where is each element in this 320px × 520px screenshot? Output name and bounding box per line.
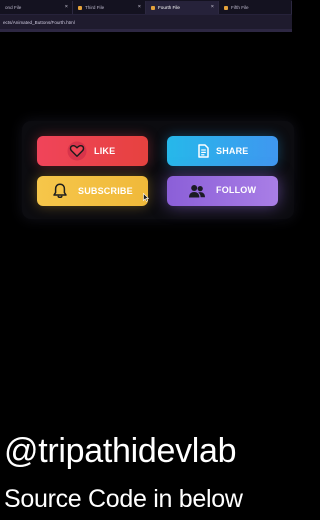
close-icon[interactable]: × [65, 4, 68, 10]
bell-icon [50, 181, 70, 201]
file-icon [224, 5, 228, 10]
address-bar[interactable]: ects/Animated_Buttons/Fourth.html [0, 15, 292, 29]
subscribe-button[interactable]: SUBSCRIBE [37, 176, 148, 206]
tab-fourth-file[interactable]: Fourth File × [146, 1, 219, 14]
file-path: ects/Animated_Buttons/Fourth.html [3, 19, 75, 25]
tab-third-file[interactable]: Third File × [73, 1, 146, 14]
close-icon[interactable]: × [211, 4, 214, 10]
follow-label: FOLLOW [216, 185, 257, 195]
follow-button[interactable]: FOLLOW [167, 176, 278, 206]
file-icon [151, 5, 155, 10]
file-icon [78, 5, 82, 10]
tab-fifth-file[interactable]: Fifth File [219, 1, 292, 14]
subscribe-label: SUBSCRIBE [78, 186, 133, 196]
tab-label: Fourth File [158, 5, 180, 10]
screen: ond File × Third File × Fourth File × Fi… [0, 0, 294, 520]
channel-handle: @tripathidevlab [4, 432, 237, 470]
users-icon [187, 181, 207, 201]
browser-tab-bar: ond File × Third File × Fourth File × Fi… [0, 0, 292, 15]
mouse-cursor-icon [143, 193, 149, 202]
like-label: LIKE [94, 146, 116, 156]
tab-label: Third File [85, 5, 105, 10]
tab-second-file[interactable]: ond File × [0, 1, 73, 14]
source-code-caption: Source Code in below [4, 485, 243, 513]
like-button[interactable]: LIKE [37, 136, 148, 166]
document-icon [193, 141, 213, 161]
heart-icon [67, 141, 87, 161]
tab-label: ond File [5, 5, 22, 10]
tab-label: Fifth File [231, 5, 249, 10]
share-button[interactable]: SHARE [167, 136, 278, 166]
toolbar-divider [0, 29, 292, 32]
share-label: SHARE [216, 146, 249, 156]
close-icon[interactable]: × [138, 4, 141, 10]
